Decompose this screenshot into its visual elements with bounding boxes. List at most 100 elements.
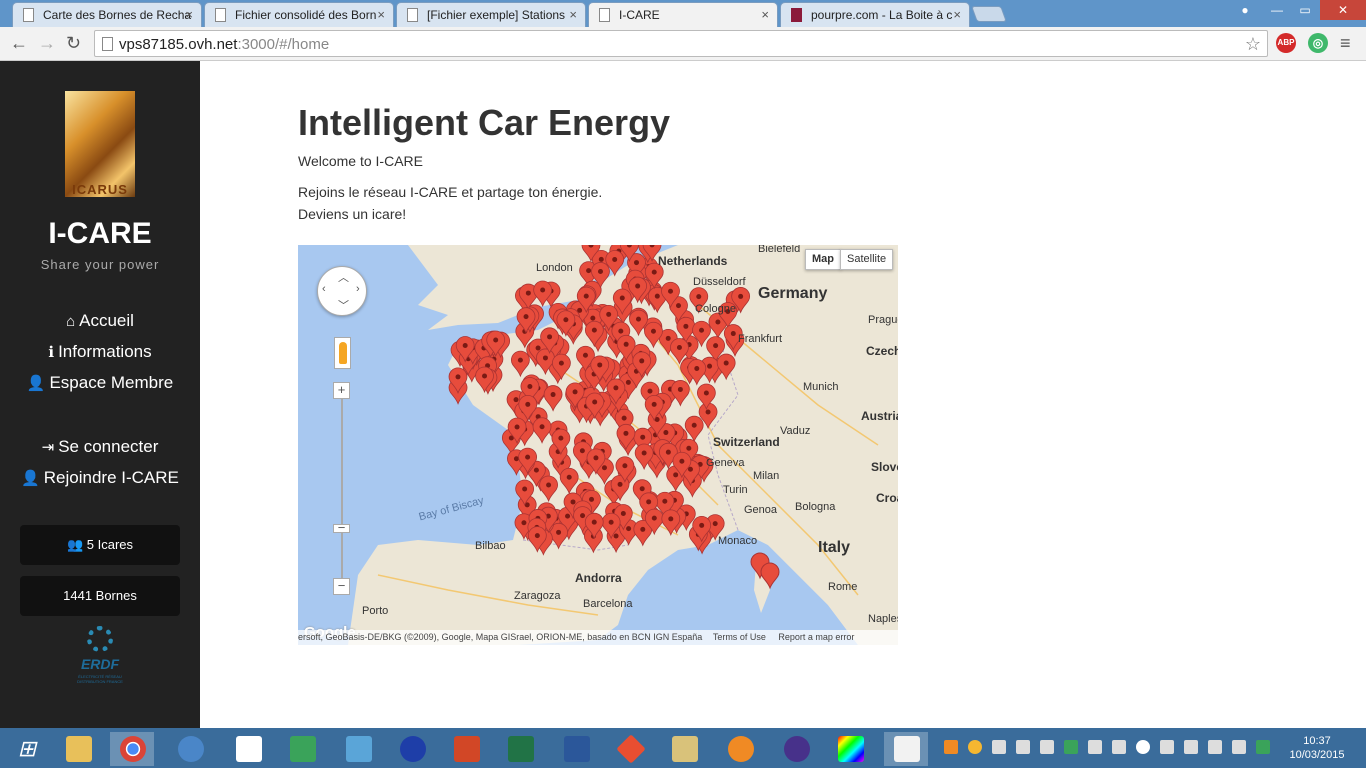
blender-icon[interactable] bbox=[718, 732, 762, 766]
battery-icon[interactable] bbox=[1184, 740, 1198, 754]
url-path: :3000/#/home bbox=[237, 36, 330, 53]
tray-app-icon[interactable] bbox=[992, 740, 1006, 754]
dropbox-icon[interactable] bbox=[226, 732, 270, 766]
adblock-icon[interactable]: ABP bbox=[1276, 33, 1296, 53]
marker-dot bbox=[662, 498, 668, 504]
tray-app-icon[interactable] bbox=[944, 740, 958, 754]
google-drive-icon[interactable] bbox=[1064, 740, 1078, 754]
git-icon[interactable] bbox=[608, 732, 652, 766]
zoom-in-button[interactable]: + bbox=[333, 382, 350, 399]
map-label: Porto bbox=[362, 605, 389, 617]
marker-dot bbox=[622, 463, 628, 469]
zoom-slider-track[interactable] bbox=[341, 391, 343, 591]
browser-tab[interactable]: Carte des Bornes de Recha × bbox=[12, 2, 202, 27]
tray-app-icon[interactable] bbox=[1040, 740, 1054, 754]
nav-accueil[interactable]: ⌂ Accueil bbox=[0, 311, 200, 331]
zoom-slider-handle[interactable]: − bbox=[333, 521, 350, 534]
marker-dot bbox=[665, 449, 671, 455]
tray-app-icon[interactable] bbox=[1256, 740, 1270, 754]
map-tiles bbox=[298, 245, 898, 645]
forward-icon[interactable]: → bbox=[38, 33, 56, 54]
address-bar[interactable]: vps87185.ovh.net:3000/#/home ☆ bbox=[94, 30, 1268, 57]
map-type-satellite-button[interactable]: Satellite bbox=[840, 249, 894, 270]
page-icon bbox=[599, 8, 610, 22]
system-clock[interactable]: 10:37 10/03/2015 bbox=[1282, 734, 1352, 762]
nav-rejoindre[interactable]: 👤 Rejoindre I-CARE bbox=[0, 468, 200, 488]
vim-icon[interactable] bbox=[336, 732, 380, 766]
browser-tab-active[interactable]: I-CARE × bbox=[588, 2, 778, 27]
pan-up-icon[interactable]: ︿ bbox=[338, 269, 349, 285]
map-type-map-button[interactable]: Map bbox=[805, 249, 841, 270]
bookmark-star-icon[interactable]: ☆ bbox=[1245, 34, 1261, 55]
page-title: Intelligent Car Energy bbox=[298, 102, 671, 143]
marker-dot bbox=[639, 486, 645, 492]
close-icon[interactable]: × bbox=[953, 7, 961, 22]
new-tab-button[interactable] bbox=[971, 6, 1007, 22]
wifi-signal-icon[interactable] bbox=[1208, 740, 1222, 754]
tray-app-icon[interactable] bbox=[1112, 740, 1126, 754]
menu-icon[interactable]: ≡ bbox=[1340, 33, 1351, 54]
reload-icon[interactable]: ↻ bbox=[66, 33, 81, 54]
minimize-icon[interactable]: — bbox=[1264, 0, 1290, 20]
marker-dot bbox=[635, 316, 641, 322]
paint-icon[interactable] bbox=[884, 732, 928, 766]
color-picker-icon[interactable] bbox=[828, 732, 872, 766]
map-label: Naples bbox=[868, 613, 898, 625]
volume-icon[interactable] bbox=[1232, 740, 1246, 754]
powerpoint-icon[interactable] bbox=[444, 732, 488, 766]
notepad-icon[interactable] bbox=[280, 732, 324, 766]
marker-dot bbox=[651, 515, 657, 521]
word-icon[interactable] bbox=[554, 732, 598, 766]
thunderbird-icon[interactable] bbox=[168, 732, 212, 766]
bluetooth-icon[interactable] bbox=[1016, 740, 1030, 754]
marker-dot bbox=[547, 334, 553, 340]
file-explorer-icon[interactable] bbox=[56, 732, 100, 766]
erdf-petals-icon bbox=[87, 626, 113, 652]
back-icon[interactable]: ← bbox=[10, 33, 28, 54]
marker-dot bbox=[723, 360, 729, 366]
marker-dot bbox=[542, 355, 548, 361]
map-label: Frankfurt bbox=[738, 333, 783, 345]
user-icon: 👤 bbox=[26, 375, 46, 392]
windows-taskbar: ⊞ 10:37 10/03/2015 bbox=[0, 728, 1366, 768]
close-icon[interactable]: × bbox=[569, 7, 577, 22]
maximize-icon[interactable]: ▭ bbox=[1292, 0, 1318, 20]
onedrive-icon[interactable] bbox=[1136, 740, 1150, 754]
marker-dot bbox=[730, 331, 736, 337]
report-error-link[interactable]: Report a map error bbox=[778, 632, 854, 642]
browser-tab[interactable]: pourpre.com - La Boite à c × bbox=[780, 2, 970, 27]
close-icon[interactable]: × bbox=[185, 7, 193, 22]
zoom-out-button[interactable]: − bbox=[333, 578, 350, 595]
map-label: London bbox=[536, 262, 573, 274]
vpn-icon[interactable] bbox=[390, 732, 434, 766]
pan-down-icon[interactable]: ﹀ bbox=[338, 297, 349, 313]
eclipse-icon[interactable] bbox=[774, 732, 818, 766]
nav-informations[interactable]: ℹ Informations bbox=[0, 342, 200, 362]
site-icon bbox=[791, 8, 802, 22]
excel-icon[interactable] bbox=[498, 732, 542, 766]
pan-control[interactable]: ︿ ﹀ ‹ › bbox=[317, 266, 367, 316]
pan-right-icon[interactable]: › bbox=[356, 283, 360, 295]
marker-dot bbox=[626, 526, 632, 532]
chrome-icon[interactable] bbox=[110, 732, 154, 766]
profile-icon[interactable]: ● bbox=[1234, 0, 1256, 20]
close-icon[interactable]: × bbox=[761, 7, 769, 22]
pan-left-icon[interactable]: ‹ bbox=[322, 283, 326, 295]
tray-app-icon[interactable] bbox=[968, 740, 982, 754]
nav-espace-membre[interactable]: 👤 Espace Membre bbox=[0, 373, 200, 393]
terms-link[interactable]: Terms of Use bbox=[713, 632, 766, 642]
street-view-pegman-icon[interactable] bbox=[334, 337, 351, 369]
browser-tab[interactable]: [Fichier exemple] Stations × bbox=[396, 2, 586, 27]
charging-station-map[interactable]: London Netherlands Bielefeld Düsseldorf … bbox=[298, 245, 898, 645]
browser-tab[interactable]: Fichier consolidé des Born × bbox=[204, 2, 394, 27]
flag-icon[interactable] bbox=[1160, 740, 1174, 754]
close-icon[interactable]: × bbox=[377, 7, 385, 22]
nav-se-connecter[interactable]: ⇥ Se connecter bbox=[0, 437, 200, 457]
start-button[interactable]: ⊞ bbox=[4, 732, 48, 766]
close-window-icon[interactable]: ✕ bbox=[1320, 0, 1366, 20]
browser-toolbar: ← → ↻ vps87185.ovh.net:3000/#/home ☆ ABP… bbox=[0, 27, 1366, 61]
extension-icon[interactable]: ◎ bbox=[1308, 33, 1328, 53]
java-icon[interactable] bbox=[662, 732, 706, 766]
nav-label: Accueil bbox=[79, 311, 134, 330]
tray-app-icon[interactable] bbox=[1088, 740, 1102, 754]
